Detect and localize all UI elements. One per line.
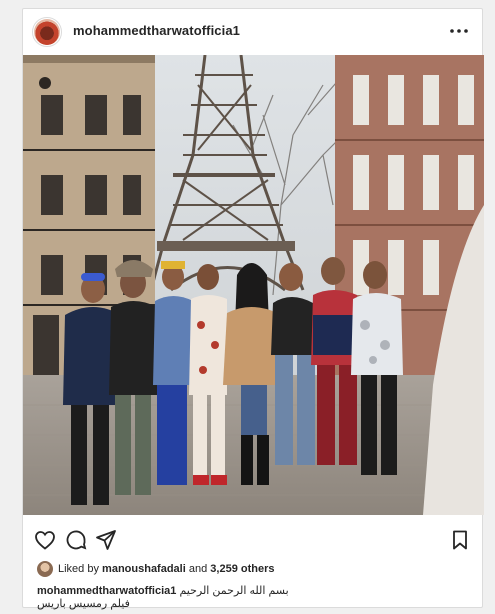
post-photo[interactable] [23,55,484,515]
likes-others[interactable]: 3,259 others [210,563,274,575]
heart-icon[interactable] [33,528,57,552]
liker-username[interactable]: manoushafadali [102,563,186,575]
caption-line-2: فيلم رمسيس باريس [37,598,130,610]
post-username[interactable]: mohammedtharwatofficia1 [73,23,240,38]
comment-icon[interactable] [64,528,88,552]
likes-summary: Liked by manoushafadali and 3,259 others [37,561,274,577]
likes-prefix: Liked by [58,563,99,575]
instagram-post-card: mohammedtharwatofficia1 Liked by manoush… [22,8,484,611]
caption-line-1: بسم الله الرحمن الرحيم [179,585,289,597]
profile-avatar[interactable] [32,17,62,47]
post-header: mohammedtharwatofficia1 [23,9,482,55]
avatar-image [34,19,60,45]
liker-avatar [37,561,53,577]
more-horizontal-icon[interactable] [448,21,470,41]
post-actions [23,525,482,555]
likes-conjunction: and [188,563,208,575]
bookmark-icon[interactable] [448,528,472,552]
send-icon[interactable] [94,528,118,552]
post-caption: mohammedtharwatofficia1 بسم الله الرحمن … [37,585,289,611]
caption-author[interactable]: mohammedtharwatofficia1 [37,585,176,597]
